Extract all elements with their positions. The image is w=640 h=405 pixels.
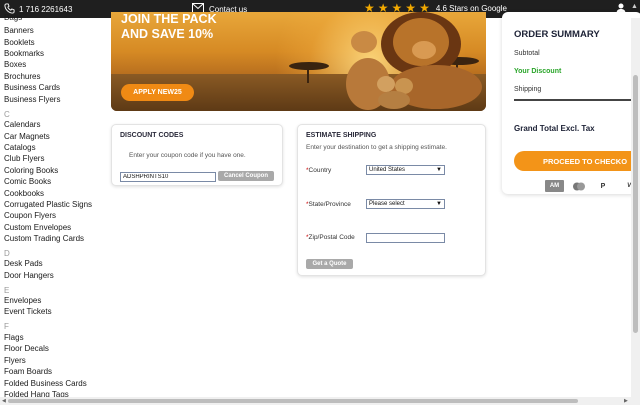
state-label: *State/Province (306, 201, 351, 208)
category-item[interactable]: Desk Pads (4, 259, 43, 268)
estimate-shipping-panel: ESTIMATE SHIPPING Enter your destination… (297, 124, 486, 276)
country-label: *Country (306, 167, 332, 174)
order-summary-panel: ORDER SUMMARY Subtotal Your Discount Shi… (502, 12, 640, 194)
category-item[interactable]: Custom Envelopes (4, 223, 71, 232)
amex-icon: AM (545, 180, 564, 192)
category-item[interactable]: Corrugated Plastic Signs (4, 200, 92, 209)
promo-banner[interactable]: JOIN THE PACK AND SAVE 10% APPLY NEW25 (111, 12, 486, 111)
category-item[interactable]: Custom Trading Cards (4, 234, 84, 243)
state-select[interactable]: Please select ▼ (366, 199, 445, 209)
scroll-up-arrow-icon[interactable]: ▲ (631, 3, 638, 10)
apply-coupon-button[interactable]: APPLY NEW25 (121, 84, 194, 101)
coupon-code-input[interactable] (120, 172, 216, 182)
discount-title: DISCOUNT CODES (120, 132, 184, 139)
mastercard-icon (572, 180, 586, 192)
category-item[interactable]: Banners (4, 26, 34, 35)
grand-total-label: Grand Total Excl. Tax (514, 124, 595, 133)
divider (514, 99, 640, 101)
category-item[interactable]: Calendars (4, 120, 40, 129)
discount-label: Your Discount (514, 68, 562, 75)
category-item[interactable]: Booklets (4, 38, 35, 47)
horizontal-scroll-thumb[interactable] (8, 399, 578, 403)
get-quote-button[interactable]: Get a Quote (306, 259, 353, 269)
category-item[interactable]: Comic Books (4, 177, 51, 186)
category-item[interactable]: Cookbooks (4, 189, 44, 198)
lion-family-illustration (346, 12, 482, 110)
zip-label: *Zip/Postal Code (306, 234, 355, 241)
category-item[interactable]: Door Hangers (4, 271, 54, 280)
discount-codes-panel: DISCOUNT CODES Enter your coupon code if… (111, 124, 283, 186)
category-item[interactable]: Brochures (4, 72, 40, 81)
shipping-label: Shipping (514, 86, 542, 93)
category-letter: C (4, 110, 10, 119)
category-item[interactable]: Bookmarks (4, 49, 44, 58)
subtotal-label: Subtotal (514, 50, 540, 57)
category-item[interactable]: Business Cards (4, 83, 60, 92)
tree-icon (289, 62, 329, 70)
category-item[interactable]: Flags (4, 333, 24, 342)
category-item[interactable]: Business Flyers (4, 95, 60, 104)
category-item[interactable]: Coloring Books (4, 166, 58, 175)
category-item[interactable]: Boxes (4, 60, 26, 69)
category-item[interactable]: Envelopes (4, 296, 41, 305)
scroll-right-arrow-icon[interactable]: ▶ (624, 398, 628, 404)
vertical-scroll-thumb[interactable] (633, 75, 638, 333)
chevron-down-icon: ▼ (436, 201, 442, 207)
category-item[interactable]: Floor Decals (4, 344, 49, 353)
category-list: Bags Banners Booklets Bookmarks Boxes Br… (0, 12, 108, 398)
category-item[interactable]: Coupon Flyers (4, 211, 56, 220)
category-item[interactable]: Catalogs (4, 143, 36, 152)
category-letter: D (4, 249, 10, 258)
summary-title: ORDER SUMMARY (514, 29, 600, 40)
chevron-down-icon: ▼ (436, 167, 442, 173)
category-item[interactable]: Bags (4, 13, 22, 22)
zip-input[interactable] (366, 233, 445, 243)
category-item[interactable]: Folded Business Cards (4, 379, 87, 388)
paypal-icon: P (600, 182, 606, 190)
country-select[interactable]: United States ▼ (366, 165, 445, 175)
discount-prompt: Enter your coupon code if you have one. (129, 152, 246, 159)
banner-title: JOIN THE PACK AND SAVE 10% (121, 12, 217, 41)
category-letter: E (4, 286, 10, 295)
category-item[interactable]: Event Tickets (4, 307, 52, 316)
category-item[interactable]: Flyers (4, 356, 26, 365)
shipping-title: ESTIMATE SHIPPING (306, 132, 377, 139)
category-item[interactable]: Foam Boards (4, 367, 52, 376)
category-letter: F (4, 322, 9, 331)
cancel-coupon-button[interactable]: Cancel Coupon (218, 171, 274, 181)
category-item[interactable]: Club Flyers (4, 154, 44, 163)
proceed-to-checkout-button[interactable]: PROCEED TO CHECKO (514, 151, 640, 171)
scroll-left-arrow-icon[interactable]: ◀ (2, 398, 6, 404)
shipping-prompt: Enter your destination to get a shipping… (306, 144, 447, 151)
category-item[interactable]: Car Magnets (4, 132, 50, 141)
